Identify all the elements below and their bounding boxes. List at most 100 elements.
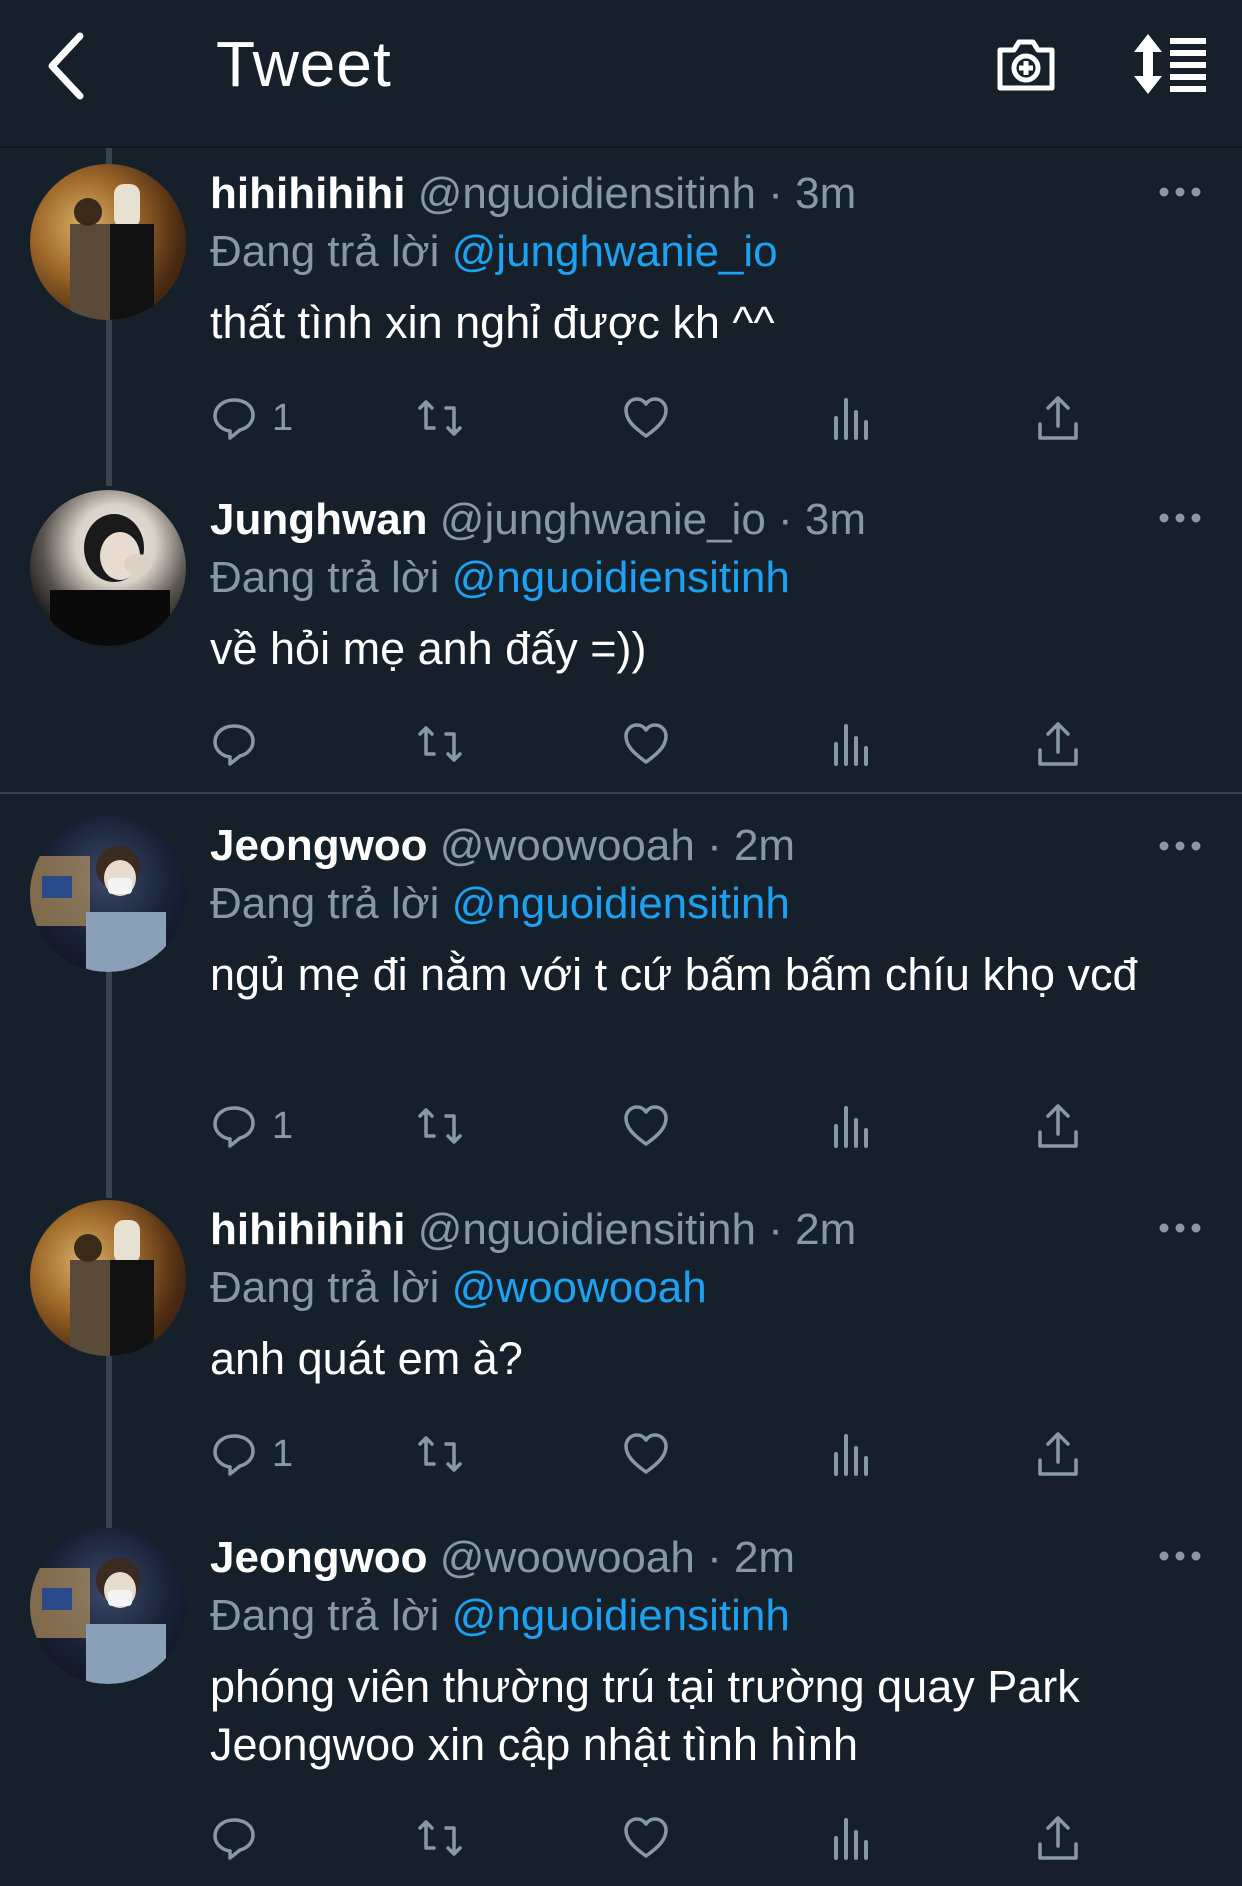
more-options-icon[interactable]	[1158, 508, 1202, 528]
sort-list-icon[interactable]	[1130, 32, 1210, 96]
like-button[interactable]	[622, 714, 670, 774]
retweet-icon	[418, 400, 462, 436]
timestamp: · 3m	[778, 495, 867, 544]
reply-button[interactable]: 1	[210, 1424, 293, 1484]
replying-to: Đang trả lời @nguoidiensitinh	[210, 876, 1202, 932]
reply-icon	[213, 1434, 255, 1476]
analytics-icon	[834, 1434, 868, 1476]
analytics-icon	[834, 724, 868, 766]
tweet-text: anh quát em à?	[210, 1333, 523, 1384]
retweet-button[interactable]	[416, 714, 464, 774]
more-options-icon[interactable]	[1158, 1546, 1202, 1566]
avatar[interactable]	[30, 164, 186, 320]
mention-link[interactable]: @woowooah	[452, 1263, 707, 1312]
analytics-button[interactable]	[828, 388, 876, 448]
avatar[interactable]	[30, 1200, 186, 1356]
like-button[interactable]	[622, 388, 670, 448]
camera-plus-icon[interactable]	[994, 32, 1058, 96]
thread-line	[106, 972, 112, 1198]
more-options-icon[interactable]	[1158, 836, 1202, 856]
avatar[interactable]	[30, 816, 186, 972]
retweet-button[interactable]	[416, 1424, 464, 1484]
reply-icon	[213, 1106, 255, 1148]
tweet-actions	[210, 714, 1110, 774]
timestamp: · 2m	[707, 821, 796, 870]
reply-prefix: Đang trả lời	[210, 227, 440, 276]
section-divider	[0, 792, 1242, 794]
top-bar: Tweet	[0, 0, 1242, 148]
retweet-button[interactable]	[416, 1808, 464, 1868]
analytics-button[interactable]	[828, 1424, 876, 1484]
heart-icon	[624, 1817, 668, 1858]
reply-prefix: Đang trả lời	[210, 879, 440, 928]
like-button[interactable]	[622, 1424, 670, 1484]
avatar[interactable]	[30, 1528, 186, 1684]
handle[interactable]: @woowooah	[440, 1533, 695, 1582]
reply-button[interactable]: 1	[210, 388, 293, 448]
share-button[interactable]	[1034, 1808, 1082, 1868]
mention-link[interactable]: @nguoidiensitinh	[452, 553, 790, 602]
reply-button[interactable]	[210, 1808, 272, 1868]
reply-count: 1	[272, 1104, 294, 1147]
heart-icon	[624, 397, 668, 438]
page-title: Tweet	[216, 28, 392, 100]
tweet-actions: 1	[210, 1424, 1110, 1484]
mention-link[interactable]: @nguoidiensitinh	[452, 1591, 790, 1640]
more-options-icon[interactable]	[1158, 1218, 1202, 1238]
display-name[interactable]: hihihihihi	[210, 1205, 406, 1254]
reply-icon	[213, 724, 255, 766]
mention-link[interactable]: @junghwanie_io	[452, 227, 778, 276]
handle[interactable]: @nguoidiensitinh	[418, 1205, 756, 1254]
display-name[interactable]: Jeongwoo	[210, 821, 428, 870]
share-icon	[1038, 1104, 1078, 1148]
mention-link[interactable]: @nguoidiensitinh	[452, 879, 790, 928]
tweet-actions: 1	[210, 388, 1110, 448]
analytics-icon	[834, 398, 868, 440]
retweet-button[interactable]	[416, 1096, 464, 1156]
tweet-meta: Junghwan @junghwanie_io · 3m	[210, 492, 1202, 548]
tweet-meta: Jeongwoo @woowooah · 2m	[210, 1530, 1202, 1586]
reply-button[interactable]	[210, 714, 272, 774]
replying-to: Đang trả lời @nguoidiensitinh	[210, 1588, 1202, 1644]
reply-prefix: Đang trả lời	[210, 1263, 440, 1312]
retweet-icon	[418, 726, 462, 762]
display-name[interactable]: hihihihihi	[210, 169, 406, 218]
share-button[interactable]	[1034, 714, 1082, 774]
back-chevron-icon[interactable]	[40, 26, 100, 106]
analytics-button[interactable]	[828, 1808, 876, 1868]
tweet-actions: 1	[210, 1096, 1110, 1156]
display-name[interactable]: Jeongwoo	[210, 1533, 428, 1582]
share-icon	[1038, 1432, 1078, 1476]
timestamp: · 3m	[768, 169, 857, 218]
retweet-icon	[418, 1820, 462, 1856]
reply-count: 1	[272, 396, 294, 439]
analytics-button[interactable]	[828, 714, 876, 774]
share-icon	[1038, 1816, 1078, 1860]
heart-icon	[624, 723, 668, 764]
retweet-icon	[418, 1108, 462, 1144]
like-button[interactable]	[622, 1096, 670, 1156]
like-button[interactable]	[622, 1808, 670, 1868]
reply-count: 1	[272, 1432, 294, 1475]
share-button[interactable]	[1034, 1424, 1082, 1484]
analytics-button[interactable]	[828, 1096, 876, 1156]
timestamp: · 2m	[768, 1205, 857, 1254]
display-name[interactable]: Junghwan	[210, 495, 428, 544]
analytics-icon	[834, 1106, 868, 1148]
more-options-icon[interactable]	[1158, 182, 1202, 202]
share-button[interactable]	[1034, 388, 1082, 448]
share-icon	[1038, 396, 1078, 440]
replying-to: Đang trả lời @junghwanie_io	[210, 224, 1202, 280]
retweet-button[interactable]	[416, 388, 464, 448]
reply-prefix: Đang trả lời	[210, 553, 440, 602]
replying-to: Đang trả lời @nguoidiensitinh	[210, 550, 1202, 606]
reply-icon	[213, 398, 255, 440]
reply-button[interactable]: 1	[210, 1096, 293, 1156]
handle[interactable]: @nguoidiensitinh	[418, 169, 756, 218]
tweet-text: ngủ mẹ đi nằm với t cứ bấm bấm chíu khọ …	[210, 949, 1138, 1000]
tweet-meta: hihihihihi @nguoidiensitinh · 2m	[210, 1202, 1202, 1258]
handle[interactable]: @junghwanie_io	[440, 495, 766, 544]
handle[interactable]: @woowooah	[440, 821, 695, 870]
share-button[interactable]	[1034, 1096, 1082, 1156]
avatar[interactable]	[30, 490, 186, 646]
